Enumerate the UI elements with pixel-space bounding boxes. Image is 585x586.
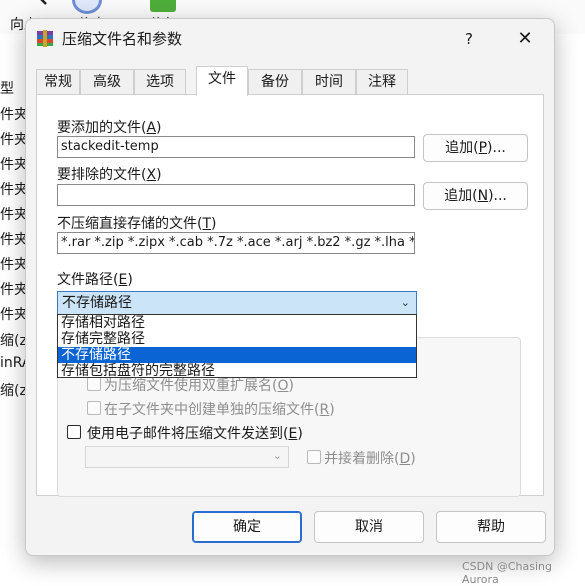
list-fragment: 件夹 (0, 232, 28, 248)
ok-button[interactable]: 确定 (192, 511, 302, 543)
separate-archive-checkbox[interactable] (87, 401, 101, 415)
help-button[interactable]: 帮助 (436, 511, 546, 543)
tab-backup[interactable]: 备份 (248, 69, 302, 95)
list-fragment: 件夹 (0, 107, 28, 123)
tab-advanced[interactable]: 高级 (80, 69, 134, 95)
list-fragment: 件夹 (0, 257, 28, 273)
file-paths-select[interactable]: 不存储路径 ⌄ (57, 291, 417, 315)
info-icon (72, 0, 102, 14)
exclude-files-input[interactable] (57, 184, 415, 206)
winrar-icon (36, 29, 54, 47)
title-help-button[interactable]: ? (456, 26, 482, 52)
tab-options[interactable]: 选项 (134, 69, 186, 95)
store-uncompressed-input[interactable]: *.rar *.zip *.zipx *.cab *.7z *.ace *.ar… (57, 232, 415, 254)
store-uncompressed-label: 不压缩直接存储的文件(T) (57, 216, 217, 232)
delete-after-checkbox[interactable] (307, 450, 321, 464)
chevron-down-icon: ⌄ (400, 296, 410, 309)
archive-name-parameters-dialog: 压缩文件名和参数 ? ✕ 常规 高级 选项 文件 备份 时间 注释 要添加的文件… (25, 18, 555, 556)
send-email-label: 使用电子邮件将压缩文件发送到(E) (87, 426, 303, 442)
dropdown-option[interactable]: 存储相对路径 (58, 315, 416, 331)
dropdown-option[interactable]: 存储包括盘符的完整路径 (58, 363, 416, 379)
up-arrow-icon (28, 0, 52, 12)
cancel-button[interactable]: 取消 (314, 511, 424, 543)
list-fragment: 件夹 (0, 207, 28, 223)
file-paths-label: 文件路径(E) (57, 272, 133, 288)
dropdown-option[interactable]: 存储完整路径 (58, 331, 416, 347)
repair-icon (150, 0, 176, 12)
add-files-label: 要添加的文件(A) (57, 120, 162, 136)
list-fragment: 缩(z (0, 383, 27, 399)
dropdown-option-selected[interactable]: 不存储路径 (58, 347, 416, 363)
dialog-title: 压缩文件名和参数 (62, 30, 183, 48)
send-email-checkbox[interactable] (67, 425, 81, 439)
list-fragment: 件夹 (0, 282, 28, 298)
delete-after-label: 并接着删除(D) (324, 451, 416, 467)
chevron-down-icon: ⌄ (272, 449, 282, 462)
tab-general[interactable]: 常规 (36, 69, 80, 95)
list-fragment: 件夹 (0, 132, 28, 148)
tab-files[interactable]: 文件 (196, 66, 248, 96)
dialog-titlebar[interactable]: 压缩文件名和参数 ? ✕ (26, 19, 554, 59)
list-fragment: 型 (0, 81, 14, 97)
file-paths-selected-value: 不存储路径 (62, 295, 132, 311)
close-button[interactable]: ✕ (512, 26, 538, 52)
list-fragment: 件夹 (0, 182, 28, 198)
list-fragment: 件夹 (0, 157, 28, 173)
exclude-files-append-button[interactable]: 追加(N)... (423, 182, 528, 210)
list-fragment: 件夹 (0, 307, 28, 323)
separate-archive-label: 在子文件夹中创建单独的压缩文件(R) (104, 402, 335, 418)
watermark: CSDN @Chasing Aurora (462, 560, 552, 586)
file-paths-dropdown-list: 存储相对路径 存储完整路径 不存储路径 存储包括盘符的完整路径 (57, 314, 417, 379)
list-fragment: 缩(z (0, 333, 27, 349)
double-extension-checkbox[interactable] (87, 377, 101, 391)
add-files-input[interactable]: stackedit-temp (57, 136, 415, 158)
tab-time[interactable]: 时间 (302, 69, 356, 95)
tab-comment[interactable]: 注释 (356, 69, 408, 95)
add-files-append-button[interactable]: 追加(P)... (423, 134, 528, 162)
email-recipient-combo[interactable]: ⌄ (85, 446, 289, 468)
exclude-files-label: 要排除的文件(X) (57, 167, 162, 183)
